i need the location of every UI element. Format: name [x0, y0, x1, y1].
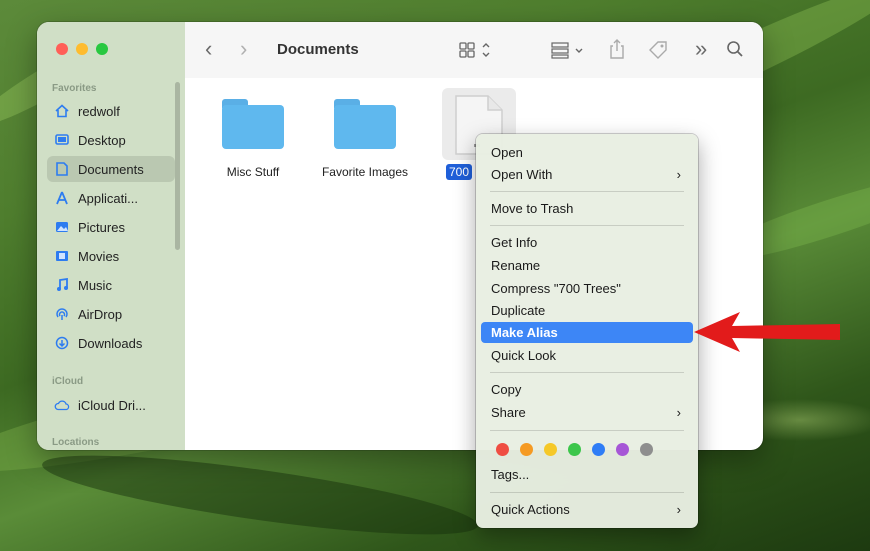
icloud-header: iCloud [52, 376, 84, 387]
sidebar-item-music[interactable]: Music [47, 272, 175, 298]
menu-separator [490, 225, 684, 226]
menu-item-rename[interactable]: Rename [481, 255, 693, 276]
menu-item-move-to-trash[interactable]: Move to Trash [481, 198, 693, 219]
folder-misc-stuff[interactable]: Misc Stuff [213, 99, 293, 179]
tag-green-button[interactable] [568, 443, 581, 456]
sidebar-item-label: Downloads [78, 335, 143, 351]
menu-item-quick-look[interactable]: Quick Look [481, 345, 693, 366]
folder-favorite-images[interactable]: Favorite Images [313, 99, 417, 179]
close-window-button[interactable] [56, 43, 68, 55]
tag-yellow-button[interactable] [544, 443, 557, 456]
search-icon[interactable] [726, 40, 744, 63]
menu-separator [490, 492, 684, 493]
menu-item-make-alias[interactable]: Make Alias [481, 322, 693, 343]
sidebar-item-airdrop[interactable]: AirDrop [47, 301, 175, 327]
tag-orange-button[interactable] [520, 443, 533, 456]
sidebar-item-label: Music [78, 277, 112, 293]
sidebar-item-icloud-drive[interactable]: iCloud Dri... [47, 392, 175, 418]
sidebar-scrollbar[interactable] [175, 82, 180, 250]
selected-file-name: 700 [446, 164, 473, 180]
view-mode-icon[interactable] [459, 41, 493, 64]
minimize-window-button[interactable] [76, 43, 88, 55]
document-icon [54, 161, 70, 177]
sidebar-item-label: AirDrop [78, 306, 123, 322]
menu-item-duplicate[interactable]: Duplicate [481, 300, 693, 321]
sidebar-item-desktop[interactable]: Desktop [47, 127, 175, 153]
menu-item-open[interactable]: Open [481, 142, 693, 163]
movies-icon [54, 248, 70, 264]
sidebar-item-label: Applicati... [78, 190, 138, 206]
menu-item-compress[interactable]: Compress "700 Trees" [481, 278, 693, 299]
sidebar-item-downloads[interactable]: Downloads [47, 330, 175, 356]
tag-purple-button[interactable] [616, 443, 629, 456]
menu-item-open-with[interactable]: Open With › [481, 164, 693, 185]
sidebar-item-documents[interactable]: Documents [47, 156, 175, 182]
sidebar-item-label: Pictures [78, 219, 125, 235]
file-name: Favorite Images [321, 165, 409, 179]
tag-icon[interactable] [647, 39, 669, 66]
folder-icon [222, 99, 284, 149]
file-name: Misc Stuff [226, 165, 280, 179]
sidebar-item-label: iCloud Dri... [78, 397, 146, 413]
more-toolbar-items-button[interactable]: » [695, 36, 707, 62]
menu-item-share[interactable]: Share › [481, 402, 693, 423]
pictures-icon [54, 219, 70, 235]
downloads-icon [54, 335, 70, 351]
menu-item-copy[interactable]: Copy [481, 379, 693, 400]
folder-icon [334, 99, 396, 149]
favorites-header: Favorites [52, 83, 97, 94]
toolbar: ‹ › Documents » [185, 22, 763, 78]
sidebar-item-redwolf[interactable]: redwolf [47, 98, 175, 124]
sidebar-item-movies[interactable]: Movies [47, 243, 175, 269]
forward-button[interactable]: › [240, 36, 247, 62]
menu-separator [490, 372, 684, 373]
tag-gray-button[interactable] [640, 443, 653, 456]
back-button[interactable]: ‹ [205, 36, 212, 62]
menu-separator [490, 430, 684, 431]
locations-header: Locations [52, 437, 100, 448]
airdrop-icon [54, 306, 70, 322]
sidebar-item-label: Documents [78, 161, 144, 177]
tag-red-button[interactable] [496, 443, 509, 456]
sidebar-item-pictures[interactable]: Pictures [47, 214, 175, 240]
chevron-right-icon: › [676, 167, 681, 182]
zoom-window-button[interactable] [96, 43, 108, 55]
music-icon [54, 277, 70, 293]
chevron-right-icon: › [676, 405, 681, 420]
desktop-icon [54, 132, 70, 148]
share-icon[interactable] [609, 38, 625, 65]
context-menu: Open Open With › Move to Trash Get Info R… [476, 134, 698, 528]
menu-item-tags[interactable]: Tags... [481, 464, 693, 485]
menu-separator [490, 191, 684, 192]
applications-icon [54, 190, 70, 206]
sidebar-item-label: redwolf [78, 103, 120, 119]
sidebar-item-label: Desktop [78, 132, 126, 148]
tag-blue-button[interactable] [592, 443, 605, 456]
group-by-icon[interactable] [551, 41, 587, 64]
cloud-icon [54, 397, 70, 413]
sidebar-item-label: Movies [78, 248, 120, 264]
sidebar: Favorites redwolf Desktop Documents Appl… [37, 22, 185, 450]
menu-item-quick-actions[interactable]: Quick Actions › [481, 499, 693, 520]
chevron-right-icon: › [676, 502, 681, 517]
annotation-arrow-icon [694, 312, 840, 352]
sidebar-item-applications[interactable]: Applicati... [47, 185, 175, 211]
home-icon [54, 103, 70, 119]
menu-item-get-info[interactable]: Get Info [481, 232, 693, 253]
window-title: Documents [277, 41, 359, 58]
